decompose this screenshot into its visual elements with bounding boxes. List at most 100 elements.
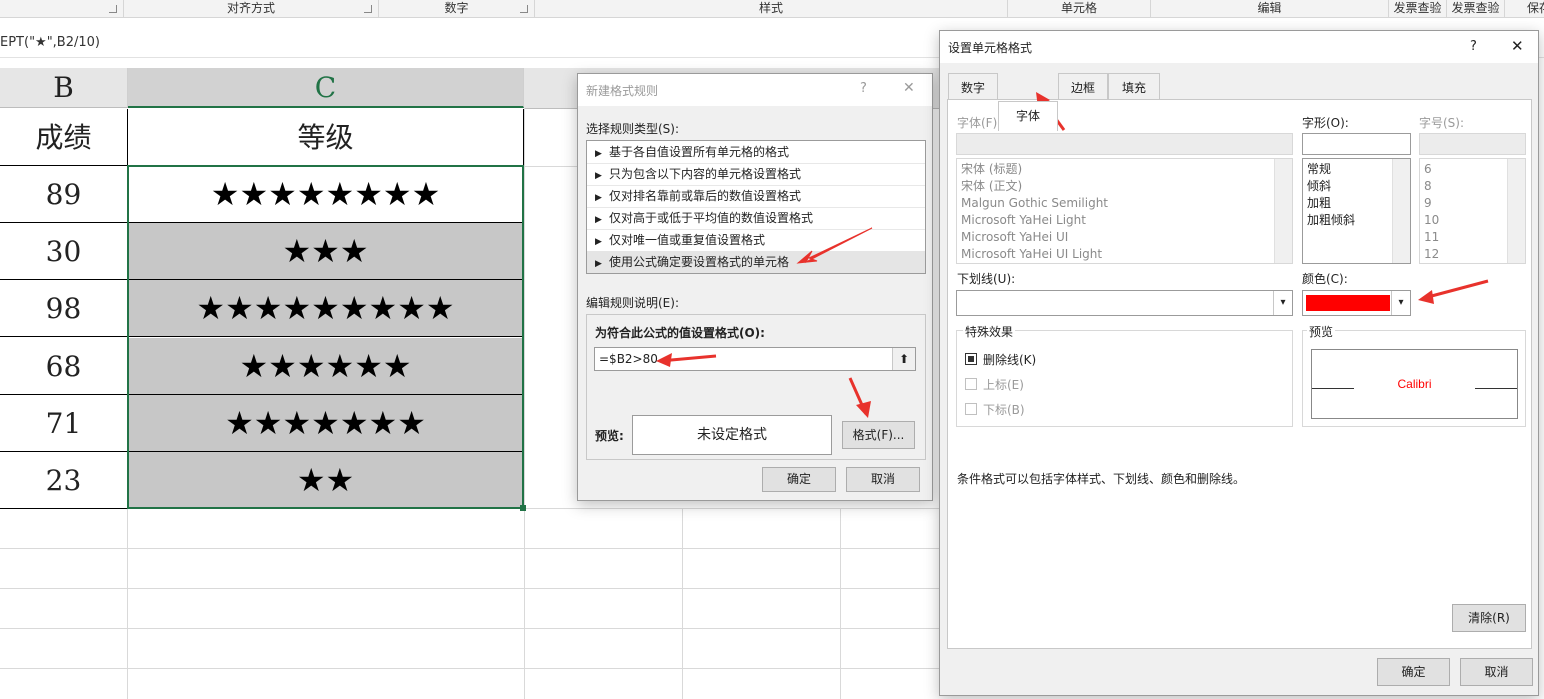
clear-button[interactable]: 清除(R)	[1452, 604, 1526, 632]
score-cell[interactable]: 89	[0, 166, 128, 223]
style-list-scrollbar[interactable]	[1392, 159, 1410, 263]
superscript-checkbox[interactable]	[965, 378, 977, 390]
rule-type-label: 基于各自值设置所有单元格的格式	[609, 145, 790, 159]
ribbon-group-strip: 对齐方式 数字 样式 单元格 编辑 发票查验 发票查验 保存	[0, 0, 1544, 18]
style-input[interactable]	[1302, 133, 1411, 155]
grade-cell[interactable]: ★★★★★★★★★	[128, 280, 524, 337]
size-list[interactable]: 6 8 9 10 11 12	[1419, 158, 1526, 264]
help-icon[interactable]: ?	[1470, 39, 1477, 54]
rule-type-label: 仅对排名靠前或靠后的数值设置格式	[609, 189, 802, 203]
chevron-down-icon[interactable]: ▾	[1273, 291, 1292, 315]
ribbon-group-number: 数字	[379, 0, 535, 17]
format-cells-dialog: 设置单元格格式 ? ✕ 数字 字体 边框 填充 字体(F): 宋体 (标题) 宋体 (正…	[939, 30, 1539, 696]
score-cell[interactable]: 30	[0, 223, 128, 280]
triangle-right-icon: ▶	[595, 149, 602, 159]
ribbon-group-save: 保存	[1505, 0, 1544, 17]
strikethrough-checkbox[interactable]	[965, 353, 977, 365]
column-header-c[interactable]: C	[128, 68, 524, 108]
color-swatch	[1306, 295, 1390, 311]
grade-cell[interactable]: ★★★★★★★★	[128, 166, 524, 223]
font-input[interactable]	[956, 133, 1293, 155]
score-cell[interactable]: 98	[0, 280, 128, 337]
color-picker[interactable]: ▾	[1302, 290, 1411, 316]
underline-select[interactable]: ▾	[956, 290, 1293, 316]
size-item[interactable]: 9	[1424, 195, 1432, 212]
cancel-button[interactable]: 取消	[846, 467, 920, 492]
font-item[interactable]: Malgun Gothic Semilight	[961, 195, 1108, 212]
close-icon[interactable]: ✕	[903, 80, 915, 96]
size-item[interactable]: 6	[1424, 161, 1432, 178]
font-list-scrollbar[interactable]	[1274, 159, 1292, 263]
formula-input-value[interactable]: =$B2>80	[599, 352, 658, 366]
effects-label: 特殊效果	[963, 323, 1016, 340]
rule-type-label: 仅对唯一值或重复值设置格式	[609, 233, 766, 247]
style-label: 字形(O):	[1302, 116, 1349, 130]
ribbon-group-label: 发票查验	[1451, 1, 1500, 15]
cancel-button[interactable]: 取消	[1460, 658, 1533, 686]
strikethrough-label[interactable]: 删除线(K)	[983, 351, 1036, 368]
ok-button[interactable]: 确定	[762, 467, 836, 492]
preview-label: 预览:	[595, 429, 624, 443]
font-item[interactable]: Microsoft YaHei Light	[961, 212, 1086, 229]
font-item[interactable]: Microsoft YaHei UI Light	[961, 246, 1102, 263]
grade-cell[interactable]: ★★★★★★★	[128, 395, 524, 452]
size-input[interactable]	[1419, 133, 1526, 155]
score-cell[interactable]: 68	[0, 338, 128, 395]
header-cell-grade[interactable]: 等级	[128, 109, 524, 166]
superscript-label[interactable]: 上标(E)	[983, 376, 1024, 393]
style-item[interactable]: 加粗倾斜	[1307, 212, 1355, 229]
subscript-label[interactable]: 下标(B)	[983, 401, 1025, 418]
style-list[interactable]: 常规 倾斜 加粗 加粗倾斜	[1302, 158, 1411, 264]
tab-font[interactable]: 字体	[998, 101, 1058, 131]
dialog-launcher-icon[interactable]	[109, 5, 117, 13]
ribbon-group-label: 单元格	[1060, 1, 1097, 15]
rule-type-item[interactable]: ▶ 只为包含以下内容的单元格设置格式	[587, 163, 925, 186]
column-header-b[interactable]: B	[0, 68, 128, 108]
tab-fill[interactable]: 填充	[1108, 73, 1160, 101]
formula-input[interactable]: =$B2>80 ⬆	[594, 347, 916, 371]
rule-type-item[interactable]: ▶ 基于各自值设置所有单元格的格式	[587, 141, 925, 164]
fill-handle[interactable]	[520, 505, 526, 511]
font-item[interactable]: 宋体 (正文)	[961, 178, 1022, 195]
grade-cell[interactable]: ★★★★★★	[128, 338, 524, 395]
rule-type-item[interactable]: ▶ 仅对排名靠前或靠后的数值设置格式	[587, 185, 925, 208]
size-item[interactable]: 12	[1424, 246, 1439, 263]
style-item[interactable]: 倾斜	[1307, 178, 1331, 195]
collapse-dialog-icon[interactable]: ⬆	[892, 348, 915, 370]
rule-type-item[interactable]: ▶ 使用公式确定要设置格式的单元格	[587, 251, 925, 273]
size-list-scrollbar[interactable]	[1507, 159, 1525, 263]
rule-type-list[interactable]: ▶ 基于各自值设置所有单元格的格式 ▶ 只为包含以下内容的单元格设置格式 ▶ 仅对排名靠前…	[586, 140, 926, 274]
dialog-launcher-icon[interactable]	[520, 5, 528, 13]
triangle-right-icon: ▶	[595, 237, 602, 247]
tab-border[interactable]: 边框	[1058, 73, 1108, 101]
ribbon-group-cells: 单元格	[1008, 0, 1151, 17]
tab-number[interactable]: 数字	[948, 73, 998, 101]
grade-cell[interactable]: ★★★	[128, 223, 524, 280]
size-item[interactable]: 10	[1424, 212, 1439, 229]
size-item[interactable]: 11	[1424, 229, 1439, 246]
ribbon-group-invoice-1: 发票查验	[1389, 0, 1447, 17]
style-item[interactable]: 加粗	[1307, 195, 1331, 212]
size-item[interactable]: 8	[1424, 178, 1432, 195]
style-item[interactable]: 常规	[1307, 161, 1331, 178]
dialog-title: 设置单元格格式	[948, 41, 1033, 55]
header-cell-score[interactable]: 成绩	[0, 109, 128, 166]
help-icon[interactable]: ?	[860, 81, 867, 96]
format-button[interactable]: 格式(F)...	[842, 421, 915, 449]
rule-type-item[interactable]: ▶ 仅对唯一值或重复值设置格式	[587, 229, 925, 252]
rule-type-item[interactable]: ▶ 仅对高于或低于平均值的数值设置格式	[587, 207, 925, 230]
ok-button[interactable]: 确定	[1377, 658, 1450, 686]
subscript-checkbox[interactable]	[965, 403, 977, 415]
ribbon-group-label: 数字	[444, 1, 469, 15]
rule-description-panel: 为符合此公式的值设置格式(O): =$B2>80 ⬆ 预览: 未设定格式 格式(…	[586, 314, 926, 460]
close-icon[interactable]: ✕	[1511, 37, 1524, 55]
score-cell[interactable]: 71	[0, 395, 128, 452]
dialog-launcher-icon[interactable]	[364, 5, 372, 13]
chevron-down-icon[interactable]: ▾	[1391, 291, 1410, 315]
font-list[interactable]: 宋体 (标题) 宋体 (正文) Malgun Gothic Semilight Mic…	[956, 158, 1293, 264]
score-cell[interactable]: 23	[0, 452, 128, 509]
font-item[interactable]: 宋体 (标题)	[961, 161, 1022, 178]
font-item[interactable]: Microsoft YaHei UI	[961, 229, 1068, 246]
grade-cell[interactable]: ★★	[128, 452, 524, 509]
formula-text[interactable]: EPT("★",B2/10)	[0, 35, 100, 50]
